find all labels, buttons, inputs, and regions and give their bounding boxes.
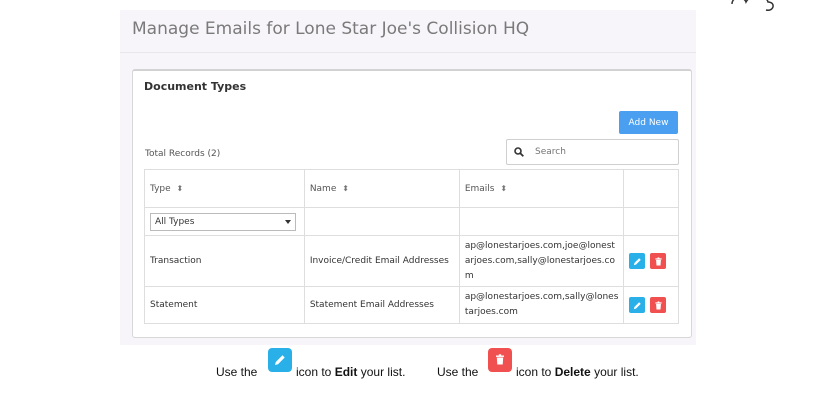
sort-icon: ⬍ [176, 183, 184, 193]
caption-delete-suffix: your list. [594, 365, 639, 379]
search-box[interactable] [506, 139, 679, 165]
title-divider [120, 52, 696, 53]
search-icon [507, 147, 531, 157]
caption-edit-prefix: Use the [216, 365, 258, 379]
caption-edit-suffix: your list. [360, 365, 406, 379]
column-header-emails[interactable]: Emails ⬍ [458, 169, 625, 208]
total-records: Total Records (2) [145, 149, 221, 159]
name-cell: Statement Email Addresses [303, 286, 460, 324]
emails-cell: ap@lonestarjoes.com,joe@lonest arjoes.co… [458, 235, 625, 287]
caption-delete-middle: icon to [516, 365, 552, 379]
email-line: tarjoes.com [464, 307, 518, 317]
email-line: arjoes.com,sally@lonestarjoes.co [464, 255, 615, 266]
column-label: Type [150, 183, 171, 194]
panel-title: Document Types [144, 80, 247, 93]
actions-cell [623, 286, 679, 324]
cloud-decoration [731, 0, 774, 11]
caption-delete-prefix: Use the [437, 365, 479, 379]
type-cell: Transaction [144, 235, 305, 287]
filter-cell [458, 207, 625, 236]
sort-icon: ⬍ [500, 183, 508, 193]
table-row: Statement Statement Email Addresses ap@l… [144, 286, 679, 324]
column-header-actions [623, 169, 679, 208]
column-label: Name [309, 183, 337, 194]
edit-button[interactable] [629, 253, 646, 269]
column-label: Emails [464, 183, 495, 194]
delete-button[interactable] [650, 297, 667, 313]
emails-cell: ap@lonestarjoes.com,sally@lones tarjoes.… [458, 286, 625, 324]
filter-cell [623, 207, 679, 236]
document-types-panel: Document Types Add New Total Records (2)… [132, 69, 692, 338]
email-line: ap@lonestarjoes.com,sally@lones [464, 292, 619, 302]
add-new-button[interactable]: Add New [619, 111, 678, 134]
caption-edit-text: icon to Edit your list. [296, 365, 405, 379]
caption-edit-word: Edit [334, 365, 358, 379]
pencil-icon [268, 348, 292, 372]
pencil-icon [633, 301, 641, 309]
trash-icon [655, 256, 662, 266]
chevron-down-icon [285, 219, 291, 224]
column-header-name[interactable]: Name ⬍ [303, 169, 460, 208]
document-types-table: Type ⬍ Name ⬍ Emails ⬍ All Types Transac… [144, 169, 679, 324]
trash-icon [488, 348, 512, 372]
email-line: m [464, 270, 474, 281]
filter-row: All Types [144, 207, 679, 236]
filter-cell [303, 207, 460, 236]
type-cell: Statement [144, 286, 305, 324]
caption-edit-middle: icon to [296, 365, 332, 379]
page-title: Manage Emails for Lone Star Joe's Collis… [132, 19, 530, 39]
edit-button[interactable] [629, 297, 646, 313]
column-header-type[interactable]: Type ⬍ [144, 169, 305, 208]
sort-icon: ⬍ [342, 183, 349, 193]
caption-delete-text: icon to Delete your list. [516, 365, 639, 379]
name-cell: Invoice/Credit Email Addresses [303, 235, 460, 287]
type-filter-select[interactable]: All Types [150, 212, 296, 231]
pencil-icon [633, 257, 641, 265]
type-filter-value: All Types [155, 216, 195, 227]
search-input[interactable] [531, 147, 669, 157]
caption-delete-word: Delete [554, 365, 591, 379]
actions-cell [623, 235, 679, 287]
type-filter-cell: All Types [144, 207, 305, 236]
app-screenshot: Manage Emails for Lone Star Joe's Collis… [120, 10, 696, 345]
table-row: Transaction Invoice/Credit Email Address… [144, 235, 679, 287]
delete-button[interactable] [650, 253, 667, 269]
email-line: ap@lonestarjoes.com,joe@lonest [464, 240, 615, 251]
trash-icon [655, 300, 662, 310]
